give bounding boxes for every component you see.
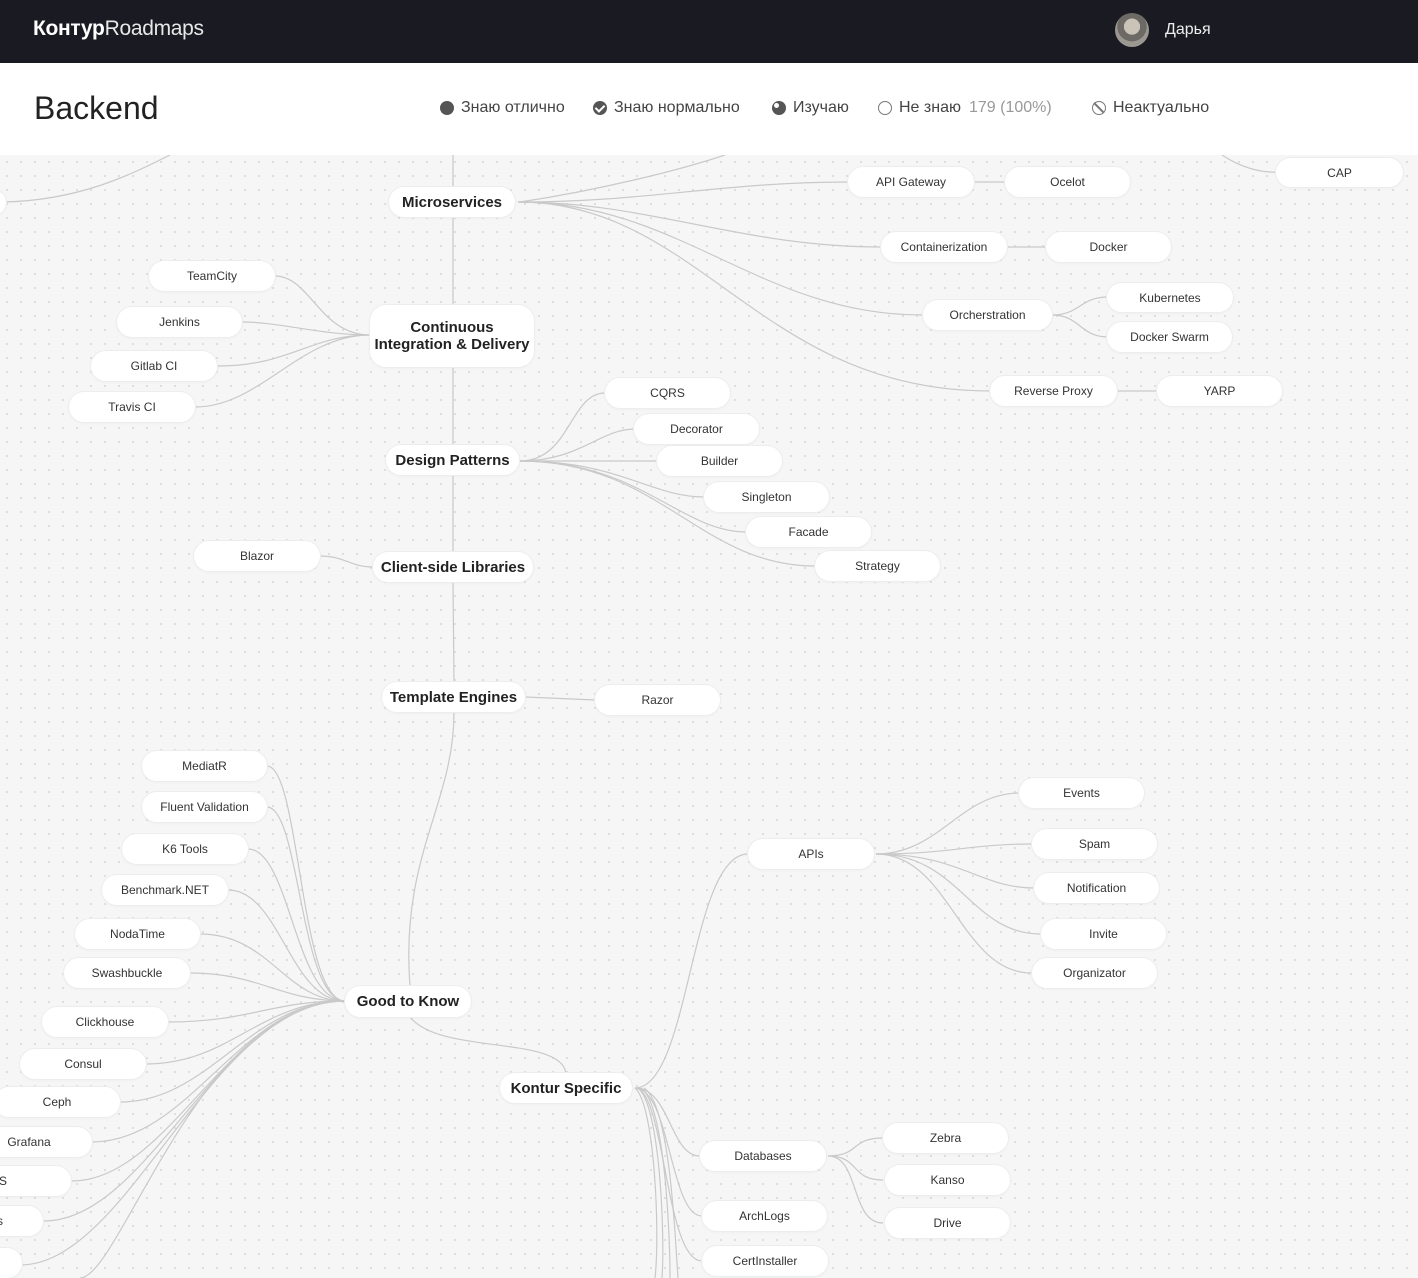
node-razor[interactable]: Razor [595,685,720,715]
filled-circle-icon [440,101,454,115]
node-drive[interactable]: Drive [885,1208,1010,1238]
node-docker[interactable]: Docker [1046,232,1171,262]
legend-irrelevant[interactable]: Неактуально [1092,99,1209,117]
node-invite[interactable]: Invite [1041,919,1166,949]
node-kontur-specific[interactable]: Kontur Specific [500,1073,632,1103]
node-gitlab-ci[interactable]: Gitlab CI [91,351,217,381]
node-kubernetes[interactable]: Kubernetes [1107,283,1233,312]
user-avatar[interactable] [1115,13,1149,47]
node-blazor[interactable]: Blazor [194,541,320,571]
legend-normal[interactable]: Знаю нормально [593,99,740,117]
legend-excellent[interactable]: Знаю отлично [440,99,565,117]
node-archlogs[interactable]: ArchLogs [702,1201,827,1231]
node-singleton[interactable]: Singleton [704,482,829,512]
node-decorator[interactable]: Decorator [634,414,759,444]
node-template-engines[interactable]: Template Engines [382,682,525,712]
half-circle-icon [772,101,786,115]
node-cap[interactable]: CAP [1276,158,1403,187]
node-ceph[interactable]: Ceph [0,1087,120,1117]
node-fluent-validation[interactable]: Fluent Validation [142,792,267,822]
node-apis[interactable]: APIs [748,839,874,869]
node-api-gateway[interactable]: API Gateway [848,167,974,197]
ban-icon [1092,101,1106,115]
node-design-patterns[interactable]: Design Patterns [386,445,519,475]
node-grafana[interactable]: Grafana [0,1127,92,1157]
node-client-side-libraries[interactable]: Client-side Libraries [373,552,533,582]
legend-label: Знаю нормально [614,99,740,116]
legend-label: Не знаю [899,99,961,116]
node-travis-ci[interactable]: Travis CI [69,392,195,422]
check-circle-icon [593,101,607,115]
node-events[interactable]: Events [1019,778,1144,808]
roadmap-header: Backend Знаю отлично Знаю нормально Изуч… [0,63,1418,155]
logo-brand: Контур [33,17,105,40]
node-kanso[interactable]: Kanso [885,1165,1010,1195]
node-certinstaller[interactable]: CertInstaller [702,1246,828,1276]
node-strategy[interactable]: Strategy [815,551,940,581]
node-nodatime[interactable]: NodaTime [75,919,200,949]
node-k6-tools[interactable]: K6 Tools [122,834,248,864]
user-name[interactable]: Дарья [1165,21,1211,39]
page-title: Backend [34,90,159,126]
node-good-to-know[interactable]: Good to Know [345,986,471,1017]
node-ocelot[interactable]: Ocelot [1005,167,1130,197]
node-docker-swarm[interactable]: Docker Swarm [1107,322,1232,352]
node-partial[interactable]: s [0,1206,43,1236]
top-navigation-bar: КонтурRoadmaps Дарья [0,0,1418,63]
unknown-count: 179 (100%) [968,99,1052,116]
node-clickhouse[interactable]: Clickhouse [42,1007,168,1037]
legend-label: Изучаю [793,99,849,116]
node-consul[interactable]: Consul [20,1049,146,1079]
legend-label: Знаю отлично [461,99,565,116]
node-notification[interactable]: Notification [1034,873,1159,903]
node-jenkins[interactable]: Jenkins [117,307,242,337]
legend-learning[interactable]: Изучаю [772,99,849,117]
node-zebra[interactable]: Zebra [883,1123,1008,1153]
node-organizator[interactable]: Organizator [1032,958,1157,988]
logo-product: Roadmaps [104,17,204,40]
roadmap-canvas[interactable]: Microservices Continuous Integration & D… [0,155,1418,1278]
node-orchestration[interactable]: Orcherstration [923,300,1052,330]
node-benchmark-net[interactable]: Benchmark.NET [102,875,228,905]
node-continuous-integration[interactable]: Continuous Integration & Delivery [370,305,534,367]
app-logo[interactable]: КонтурRoadmaps [33,17,204,41]
node-databases[interactable]: Databases [700,1141,826,1171]
node-builder[interactable]: Builder [657,446,782,476]
node-containerization[interactable]: Containerization [881,232,1007,262]
node-mediatr[interactable]: MediatR [142,751,267,781]
legend-unknown[interactable]: Не знаю 179 (100%) [878,99,1052,117]
node-microservices[interactable]: Microservices [389,187,515,217]
node-cqrs[interactable]: CQRS [605,378,730,408]
node-spam[interactable]: Spam [1032,829,1157,859]
node-teamcity[interactable]: TeamCity [149,261,275,291]
node-facade[interactable]: Facade [746,517,871,547]
node-swashbuckle[interactable]: Swashbuckle [64,958,190,988]
legend-label: Неактуально [1113,99,1210,116]
node-reverse-proxy[interactable]: Reverse Proxy [990,376,1117,406]
node-yarp[interactable]: YARP [1157,376,1282,406]
node-iis[interactable]: IIS [0,1166,71,1196]
empty-circle-icon [878,101,892,115]
